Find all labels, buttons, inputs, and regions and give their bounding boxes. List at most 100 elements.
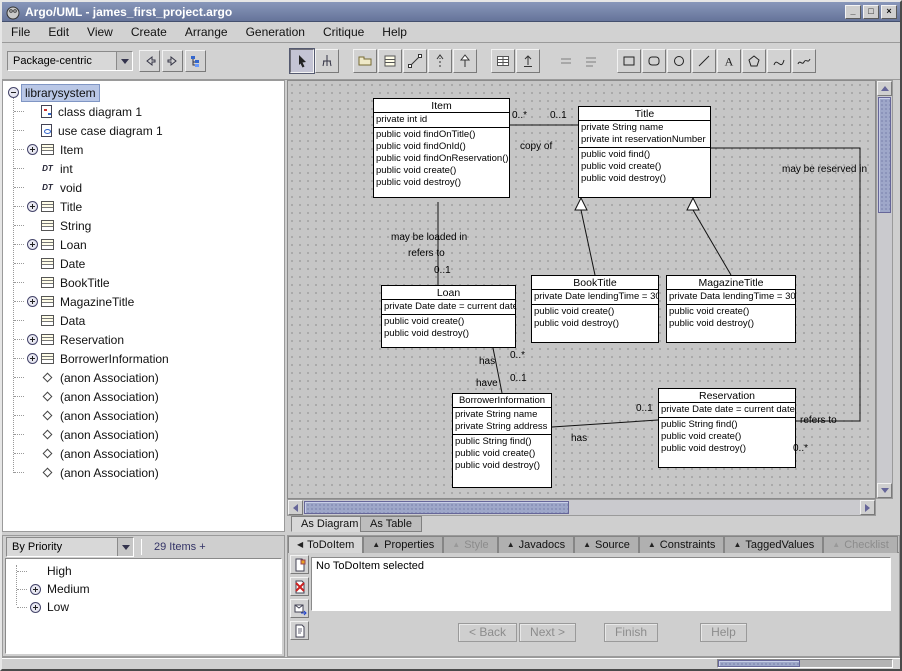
tab-source[interactable]: ▲Source: [574, 536, 639, 553]
back-button[interactable]: < Back: [458, 623, 517, 642]
tree-item-anon-association[interactable]: (anon Association): [3, 444, 284, 463]
uml-class-title[interactable]: Title private String nameprivate int res…: [578, 106, 711, 198]
tool-text-button[interactable]: A: [717, 49, 741, 73]
edge-label[interactable]: refers to: [800, 415, 837, 426]
horizontal-scroll-thumb[interactable]: [304, 501, 569, 514]
tool-circle-button[interactable]: [667, 49, 691, 73]
minimize-button[interactable]: _: [845, 5, 861, 19]
diagram-canvas[interactable]: Item private int id public void findOnTi…: [287, 80, 876, 499]
tool-polygon-button[interactable]: [742, 49, 766, 73]
tree-item-reservation[interactable]: Reservation: [3, 330, 284, 349]
menu-arrange[interactable]: Arrange: [176, 23, 237, 41]
tree-item-anon-association[interactable]: (anon Association): [3, 368, 284, 387]
tab-constraints[interactable]: ▲Constraints: [639, 536, 725, 553]
tool-broom-button[interactable]: [315, 49, 339, 73]
tool-select-button[interactable]: [290, 49, 314, 73]
tab-javadocs[interactable]: ▲Javadocs: [498, 536, 574, 553]
todo-message-area[interactable]: No ToDoItem selected: [311, 557, 891, 611]
menu-edit[interactable]: Edit: [39, 23, 78, 41]
tool-class-button[interactable]: [378, 49, 402, 73]
uml-class-booktitle[interactable]: BookTitle private Date lendingTime = 30 …: [531, 275, 659, 343]
new-todo-button[interactable]: [290, 555, 309, 574]
tool-line-button[interactable]: [692, 49, 716, 73]
todo-item-high[interactable]: High: [6, 562, 281, 580]
edge-label[interactable]: may be loaded in: [391, 232, 467, 243]
uml-class-magazinetitle[interactable]: MagazineTitle private Data lendingTime =…: [666, 275, 796, 343]
tool-dependency-button[interactable]: [428, 49, 452, 73]
expander-closed-icon[interactable]: [27, 296, 38, 307]
tab-as-table[interactable]: As Table: [360, 516, 422, 532]
tool-add-attribute-button[interactable]: [554, 49, 578, 73]
perspective-combo[interactable]: Package-centric: [7, 51, 133, 71]
edge-label[interactable]: 0..*: [793, 443, 808, 454]
menu-critique[interactable]: Critique: [314, 23, 373, 41]
tool-generalization-button[interactable]: [453, 49, 477, 73]
menu-view[interactable]: View: [78, 23, 122, 41]
tool-attribute-button[interactable]: [491, 49, 515, 73]
expander-closed-icon[interactable]: [27, 334, 38, 345]
tool-package-button[interactable]: [353, 49, 377, 73]
horizontal-scrollbar[interactable]: [287, 499, 876, 516]
tree-item-item[interactable]: Item: [3, 140, 284, 159]
tool-add-operation-button[interactable]: [579, 49, 603, 73]
nav-forward-button[interactable]: [162, 50, 183, 72]
tree-item-int[interactable]: DTint: [3, 159, 284, 178]
menu-file[interactable]: File: [2, 23, 39, 41]
tab-taggedvalues[interactable]: ▲TaggedValues: [724, 536, 823, 553]
expander-closed-icon[interactable]: [27, 144, 38, 155]
edge-label[interactable]: 0..1: [550, 110, 567, 121]
edge-label[interactable]: copy of: [520, 141, 552, 152]
tree-item-anon-association[interactable]: (anon Association): [3, 387, 284, 406]
tree-item-magazinetitle[interactable]: MagazineTitle: [3, 292, 284, 311]
tree-item-anon-association[interactable]: (anon Association): [3, 425, 284, 444]
edge-label[interactable]: 0..1: [434, 265, 451, 276]
edge-label[interactable]: have: [476, 378, 498, 389]
combo-arrow-icon[interactable]: [117, 538, 133, 556]
tree-item-string[interactable]: String: [3, 216, 284, 235]
uml-class-item[interactable]: Item private int id public void findOnTi…: [373, 98, 510, 198]
maximize-button[interactable]: □: [863, 5, 879, 19]
uml-class-reservation[interactable]: Reservation private Date date = current …: [658, 388, 796, 468]
menu-help[interactable]: Help: [373, 23, 416, 41]
scroll-up-button[interactable]: [877, 81, 892, 96]
scroll-left-button[interactable]: [288, 500, 303, 515]
todo-filter-combo[interactable]: By Priority: [6, 537, 134, 557]
expander-closed-icon[interactable]: [27, 201, 38, 212]
tree-item-usecase-diagram[interactable]: use case diagram 1: [3, 121, 284, 140]
tool-rounded-rectangle-button[interactable]: [642, 49, 666, 73]
edge-label[interactable]: 0..*: [512, 110, 527, 121]
uml-class-borrowerinformation[interactable]: BorrowerInformation private String namep…: [452, 393, 552, 488]
status-scrollbar[interactable]: [717, 659, 893, 668]
tree-item-anon-association[interactable]: (anon Association): [3, 406, 284, 425]
next-button[interactable]: Next >: [519, 623, 576, 642]
tab-todoitem[interactable]: ◀ToDoItem: [288, 536, 363, 553]
menu-generation[interactable]: Generation: [237, 23, 314, 41]
status-scroll-thumb[interactable]: [718, 660, 800, 667]
vertical-scroll-thumb[interactable]: [878, 97, 891, 213]
tool-operation-button[interactable]: [516, 49, 540, 73]
edge-label[interactable]: may be reserved in: [782, 164, 867, 175]
close-button[interactable]: ×: [881, 5, 897, 19]
expander-closed-icon[interactable]: [27, 239, 38, 250]
finish-button[interactable]: Finish: [604, 623, 658, 642]
edge-label[interactable]: has: [571, 433, 587, 444]
email-expert-button[interactable]: [290, 599, 309, 618]
tree-item-librarysystem[interactable]: librarysystem: [3, 83, 284, 102]
todo-item-low[interactable]: Low: [6, 598, 281, 616]
tab-checklist[interactable]: ▲Checklist: [823, 536, 898, 553]
tool-ink-button[interactable]: [792, 49, 816, 73]
tree-item-class-diagram[interactable]: class diagram 1: [3, 102, 284, 121]
todo-item-medium[interactable]: Medium: [6, 580, 281, 598]
menu-create[interactable]: Create: [122, 23, 176, 41]
tool-spline-button[interactable]: [767, 49, 791, 73]
tool-rectangle-button[interactable]: [617, 49, 641, 73]
vertical-scrollbar[interactable]: [876, 80, 893, 499]
uml-class-loan[interactable]: Loan private Date date = current date pu…: [381, 285, 516, 348]
tree-item-borrowerinformation[interactable]: BorrowerInformation: [3, 349, 284, 368]
scroll-right-button[interactable]: [860, 500, 875, 515]
edge-label[interactable]: refers to: [408, 248, 445, 259]
expander-open-icon[interactable]: [8, 87, 19, 98]
tree-item-data[interactable]: Data: [3, 311, 284, 330]
tree-item-loan[interactable]: Loan: [3, 235, 284, 254]
tree-item-date[interactable]: Date: [3, 254, 284, 273]
